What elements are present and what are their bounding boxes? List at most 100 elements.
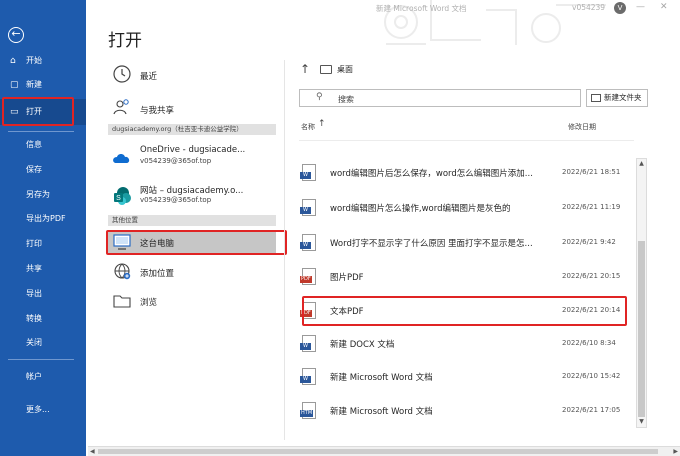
- nav-label: 另存为: [26, 190, 50, 199]
- file-type-badge: W: [300, 376, 311, 383]
- new-folder-label: 新建文件夹: [604, 93, 642, 102]
- nav-share[interactable]: 共享: [0, 259, 86, 279]
- new-folder-icon: [591, 94, 601, 102]
- group-header-org: dugsiacademy.org（杜吉亚卡迪公益学院）: [108, 124, 276, 135]
- file-name: 新建 Microsoft Word 文档: [330, 407, 433, 417]
- nav-label: 信息: [26, 140, 42, 149]
- file-date: 2022/6/21 9:42: [562, 238, 616, 246]
- nav-divider: [8, 131, 74, 132]
- svg-text:S: S: [116, 195, 121, 202]
- nav-label: 新建: [26, 80, 42, 89]
- nav-label: 帐户: [26, 372, 42, 381]
- place-browse[interactable]: 浏览: [108, 291, 276, 313]
- file-name: 图片PDF: [330, 273, 364, 283]
- nav-print[interactable]: 打印: [0, 234, 86, 254]
- clock-icon: [113, 65, 131, 83]
- file-type-badge: PDF: [300, 276, 312, 283]
- new-folder-button[interactable]: 新建文件夹: [586, 89, 648, 107]
- scroll-down-icon[interactable]: ▼: [637, 417, 646, 427]
- minimize-button[interactable]: —: [636, 2, 645, 12]
- close-button[interactable]: ✕: [660, 2, 668, 12]
- file-row[interactable]: PDF 图片PDF 2022/6/21 20:15: [299, 261, 634, 293]
- file-date: 2022/6/21 11:19: [562, 203, 621, 211]
- file-row[interactable]: W 新建 DOCX 文档 2022/6/10 8:34: [299, 328, 634, 360]
- place-label: 添加位置: [140, 269, 175, 279]
- nav-label: 导出为PDF: [26, 214, 66, 223]
- title-banner: 新建 Microsoft Word 文档 v054239 V — ✕: [86, 0, 680, 50]
- scroll-right-icon[interactable]: ▶: [673, 447, 678, 456]
- file-row[interactable]: W Word打字不显示字了什么原因 里面打字不显示是怎... 2022/6/21 9…: [299, 227, 634, 259]
- file-row[interactable]: Wword编辑图片后怎么保存，word怎么编辑图片添加... 2022/6/21 …: [299, 157, 634, 189]
- scroll-thumb[interactable]: [98, 449, 658, 454]
- nav-export-pdf[interactable]: 导出为PDF: [0, 209, 86, 229]
- file-name: 新建 Microsoft Word 文档: [330, 373, 433, 383]
- place-recent[interactable]: 最近: [108, 64, 276, 86]
- file-row[interactable]: Wword编辑图片怎么操作,word编辑图片是灰色的 2022/6/21 11:1…: [299, 192, 634, 224]
- nav-label: 保存: [26, 165, 42, 174]
- file-name: word编辑图片怎么操作,word编辑图片是灰色的: [330, 204, 511, 214]
- html-file-icon: HTM: [300, 402, 316, 419]
- scroll-thumb[interactable]: [638, 241, 645, 417]
- nav-new[interactable]: ▢ 新建: [0, 75, 86, 95]
- place-label: 与我共享: [140, 106, 175, 116]
- nav-export[interactable]: 导出: [0, 284, 86, 304]
- column-header-name[interactable]: 名称: [301, 122, 315, 132]
- pdf-file-icon: PDF: [300, 268, 316, 285]
- file-date: 2022/6/21 17:05: [562, 406, 621, 414]
- nav-transform[interactable]: 转换: [0, 309, 86, 329]
- word-file-icon: W: [300, 199, 316, 216]
- breadcrumb[interactable]: 桌面: [337, 64, 353, 75]
- nav-divider: [8, 359, 74, 360]
- word-file-icon: W: [300, 164, 316, 181]
- place-label: OneDrive - dugsiacade...: [140, 145, 246, 155]
- scroll-up-icon[interactable]: ▲: [637, 159, 646, 169]
- nav-more[interactable]: 更多...: [0, 400, 86, 420]
- place-label: 网站 – dugsiacademy.o...: [140, 186, 244, 196]
- place-shared[interactable]: 与我共享: [108, 97, 276, 119]
- file-row[interactable]: HTM 新建 Microsoft Word 文档 2022/6/21 17:05: [299, 395, 634, 427]
- column-header-date[interactable]: 修改日期: [568, 122, 596, 132]
- nav-label: 打印: [26, 239, 42, 248]
- nav-label: 导出: [26, 289, 42, 298]
- file-type-badge: W: [300, 343, 311, 350]
- word-file-icon: W: [300, 234, 316, 251]
- nav-label: 关闭: [26, 338, 42, 347]
- file-name: Word打字不显示字了什么原因 里面打字不显示是怎...: [330, 239, 533, 249]
- nav-label: 转换: [26, 314, 42, 323]
- highlight-file-annotation: [302, 296, 627, 326]
- nav-home[interactable]: ⌂ 开始: [0, 51, 86, 71]
- file-date: 2022/6/21 18:51: [562, 168, 621, 176]
- up-folder-icon[interactable]: ↑: [300, 62, 310, 76]
- back-arrow-icon[interactable]: ←: [8, 27, 24, 43]
- file-date: 2022/6/21 20:15: [562, 272, 621, 280]
- nav-label: 开始: [26, 56, 42, 65]
- sort-ascending-icon[interactable]: ↑: [318, 119, 326, 129]
- file-row[interactable]: W 新建 Microsoft Word 文档 2022/6/10 15:42: [299, 361, 634, 393]
- vertical-scrollbar[interactable]: ▲ ▼: [636, 158, 647, 428]
- search-input[interactable]: ⚲ 搜索: [299, 89, 581, 107]
- nav-save-as[interactable]: 另存为: [0, 185, 86, 205]
- user-id: v054239: [572, 3, 606, 12]
- place-label: 浏览: [140, 298, 158, 308]
- place-sites[interactable]: S 网站 – dugsiacademy.o... v054239@365of.t…: [108, 182, 276, 212]
- nav-save[interactable]: 保存: [0, 160, 86, 180]
- place-onedrive[interactable]: OneDrive - dugsiacade... v054239@365of.t…: [108, 143, 276, 173]
- horizontal-scrollbar[interactable]: ◀ ▶: [88, 446, 680, 456]
- new-document-icon: ▢: [10, 80, 19, 90]
- avatar[interactable]: V: [614, 2, 626, 14]
- place-label: 最近: [140, 72, 158, 82]
- word-file-icon: W: [300, 335, 316, 352]
- word-file-icon: W: [300, 368, 316, 385]
- place-add[interactable]: 添加位置: [108, 261, 276, 283]
- scroll-left-icon[interactable]: ◀: [90, 447, 95, 456]
- list-divider: [299, 140, 634, 141]
- group-header-other: 其他位置: [108, 215, 276, 226]
- sharepoint-icon: S: [114, 187, 131, 205]
- nav-close[interactable]: 关闭: [0, 333, 86, 353]
- folder-icon: [320, 65, 332, 74]
- page-title: 打开: [108, 31, 142, 51]
- search-placeholder: 搜索: [338, 95, 354, 104]
- nav-account[interactable]: 帐户: [0, 367, 86, 387]
- nav-label: 共享: [26, 264, 42, 273]
- nav-info[interactable]: 信息: [0, 135, 86, 155]
